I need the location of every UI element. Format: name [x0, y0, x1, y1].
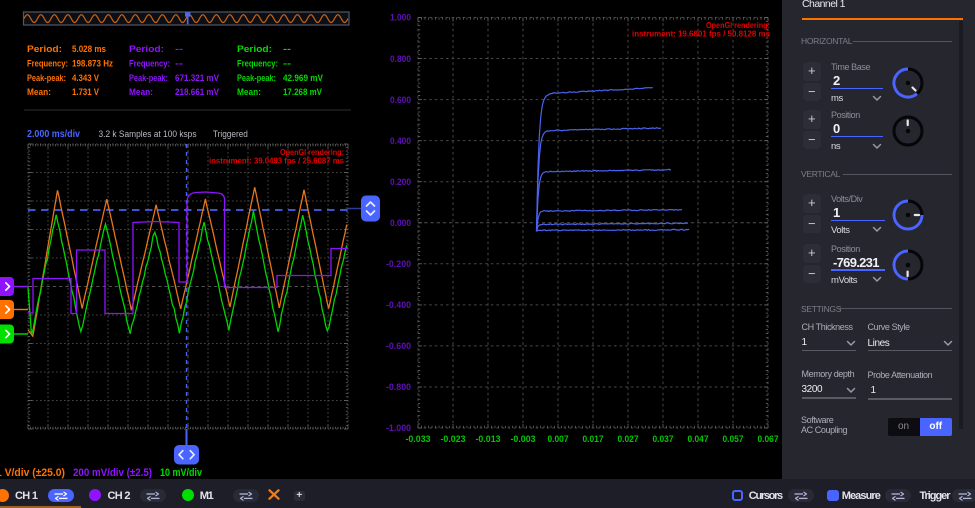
- svg-text:Frequency:: Frequency:: [27, 59, 68, 69]
- svg-text:5.028 ms: 5.028 ms: [72, 44, 106, 54]
- svg-text:Peak-peak:: Peak-peak:: [129, 73, 168, 83]
- svg-text:-0.400: -0.400: [386, 300, 411, 311]
- svg-text:200 mV/div (±2.5): 200 mV/div (±2.5): [73, 467, 152, 479]
- svg-text:3.2 k Samples at 100 ksps: 3.2 k Samples at 100 ksps: [99, 129, 197, 140]
- svg-text:0.007: 0.007: [548, 434, 569, 445]
- svg-text:1.000: 1.000: [390, 13, 411, 24]
- svg-text:Triggered: Triggered: [213, 129, 248, 140]
- svg-text:0.800: 0.800: [390, 54, 411, 65]
- svg-text:Frequency:: Frequency:: [237, 59, 278, 69]
- svg-text:Mean:: Mean:: [27, 87, 51, 97]
- svg-text:0.400: 0.400: [390, 136, 411, 147]
- svg-text:17.268 mV: 17.268 mV: [283, 87, 323, 97]
- svg-text:Period:: Period:: [129, 44, 164, 54]
- svg-text:-0.023: -0.023: [441, 434, 466, 445]
- svg-text:Mean:: Mean:: [237, 87, 261, 97]
- svg-text:42.969 mV: 42.969 mV: [283, 73, 324, 83]
- svg-text:instrument: 19.6801 fps / 50.8: instrument: 19.6801 fps / 50.8128 ms: [632, 30, 771, 39]
- svg-text:Peak-peak:: Peak-peak:: [27, 73, 66, 83]
- svg-text:-0.800: -0.800: [386, 382, 411, 393]
- svg-text:instrument: 39.0493 fps / 25.6: instrument: 39.0493 fps / 25.6087 ms: [209, 157, 345, 166]
- svg-text:0.057: 0.057: [723, 434, 744, 445]
- svg-text:--: --: [283, 44, 291, 54]
- svg-text:2.000 ms/div: 2.000 ms/div: [27, 129, 80, 140]
- svg-text:0.067: 0.067: [758, 434, 779, 445]
- svg-text:1 V/div (±25.0): 1 V/div (±25.0): [0, 467, 65, 479]
- svg-text:0.037: 0.037: [653, 434, 674, 445]
- svg-text:-0.003: -0.003: [511, 434, 536, 445]
- svg-text:198.873 Hz: 198.873 Hz: [72, 59, 113, 69]
- svg-text:0.017: 0.017: [583, 434, 604, 445]
- svg-text:0.027: 0.027: [618, 434, 639, 445]
- svg-text:218.661 mV: 218.661 mV: [175, 87, 220, 97]
- svg-text:--: --: [175, 44, 183, 54]
- svg-text:Peak-peak:: Peak-peak:: [237, 73, 276, 83]
- svg-text:0.047: 0.047: [688, 434, 709, 445]
- svg-text:-0.200: -0.200: [386, 259, 411, 270]
- svg-text:-0.033: -0.033: [406, 434, 431, 445]
- svg-text:4.343 V: 4.343 V: [72, 73, 100, 83]
- svg-text:--: --: [175, 59, 183, 69]
- svg-text:671.321 mV: 671.321 mV: [175, 73, 220, 83]
- svg-text:Period:: Period:: [237, 44, 272, 54]
- svg-text:0.000: 0.000: [390, 218, 411, 229]
- svg-text:-0.600: -0.600: [386, 341, 411, 352]
- svg-text:Period:: Period:: [27, 44, 62, 54]
- svg-text:-1.000: -1.000: [386, 423, 411, 434]
- svg-text:0.200: 0.200: [390, 177, 411, 188]
- svg-text:10 mV/div: 10 mV/div: [160, 467, 203, 479]
- svg-text:--: --: [283, 59, 291, 69]
- svg-text:1.731 V: 1.731 V: [72, 87, 100, 97]
- svg-text:Frequency:: Frequency:: [129, 59, 170, 69]
- svg-text:-0.013: -0.013: [476, 434, 501, 445]
- svg-text:Mean:: Mean:: [129, 87, 153, 97]
- svg-text:0.600: 0.600: [390, 95, 411, 106]
